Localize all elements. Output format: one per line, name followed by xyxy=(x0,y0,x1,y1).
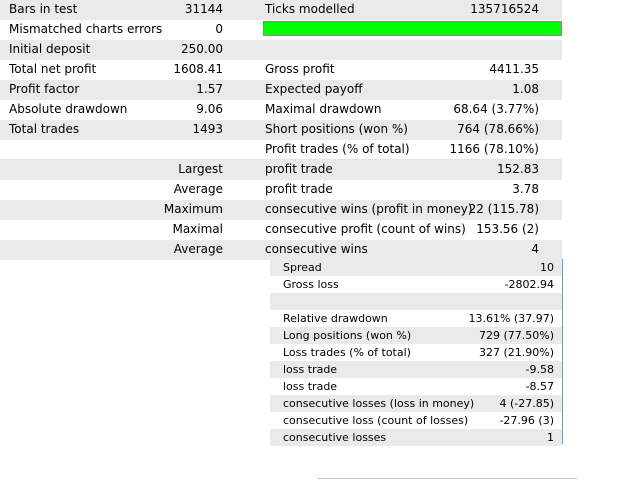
row-label-2: consecutive wins (profit in money) xyxy=(265,202,473,216)
panel-row: consecutive losses 1 xyxy=(270,429,562,446)
row-caption: Average xyxy=(173,242,223,256)
panel-row-label: Gross loss xyxy=(283,278,339,291)
panel-row: consecutive loss (count of losses) -27.9… xyxy=(270,412,562,429)
report-row-drawdown: Absolute drawdown 9.06 Maximal drawdown … xyxy=(0,100,562,120)
panel-scroll-edge xyxy=(562,259,563,444)
row-label-2: Gross profit xyxy=(265,62,335,76)
row-label: Total net profit xyxy=(9,62,97,76)
report-row-maximal: Maximal consecutive profit (count of win… xyxy=(0,220,562,240)
row-value: 1493 xyxy=(192,122,223,136)
row-value-2: 135716524 xyxy=(470,2,539,16)
report-row-deposit: Initial deposit 250.00 xyxy=(0,40,562,60)
row-label-2: Ticks modelled xyxy=(265,2,355,16)
report-row-profit-trades: Profit trades (% of total) 1166 (78.10%) xyxy=(0,140,562,160)
panel-row: loss trade -9.58 xyxy=(270,361,562,378)
row-label: Absolute drawdown xyxy=(9,102,128,116)
row-value-2: 4 xyxy=(531,242,539,256)
row-label-2: Profit trades (% of total) xyxy=(265,142,410,156)
modelling-quality-bar xyxy=(263,21,562,36)
row-label: Mismatched charts errors xyxy=(9,22,163,36)
panel-row-value: -8.57 xyxy=(525,380,554,393)
panel-row-label: loss trade xyxy=(283,363,338,376)
panel-row-label: consecutive loss (count of losses) xyxy=(283,414,469,427)
panel-row: consecutive losses (loss in money) 4 (-2… xyxy=(270,395,562,412)
panel-row-value: 13.61% (37.97) xyxy=(468,312,554,325)
panel-row: loss trade -8.57 xyxy=(270,378,562,395)
row-label-2: profit trade xyxy=(265,162,333,176)
panel-row: Long positions (won %) 729 (77.50%) xyxy=(270,327,562,344)
panel-row-label: consecutive losses xyxy=(283,431,387,444)
row-value-2: 4411.35 xyxy=(489,62,539,76)
panel-row-value: 1 xyxy=(547,431,554,444)
report-row-total-trades: Total trades 1493 Short positions (won %… xyxy=(0,120,562,140)
panel-row: Loss trades (% of total) 327 (21.90%) xyxy=(270,344,562,361)
panel-row-label: Long positions (won %) xyxy=(283,329,412,342)
loss-stats-panel: Spread 10 Gross loss -2802.94 Relative d… xyxy=(270,259,563,446)
panel-row-value: 729 (77.50%) xyxy=(478,329,554,342)
panel-row-value: 327 (21.90%) xyxy=(478,346,554,359)
panel-row-value: 10 xyxy=(540,261,554,274)
bottom-divider xyxy=(318,478,577,479)
row-value: 1.57 xyxy=(196,82,223,96)
panel-row-value: -2802.94 xyxy=(504,278,554,291)
report-row-bars: Bars in test 31144 Ticks modelled 135716… xyxy=(0,0,562,20)
row-value-2: 1166 (78.10%) xyxy=(449,142,539,156)
row-label-2: consecutive wins xyxy=(265,242,368,256)
panel-row xyxy=(270,293,562,310)
report-row-largest: Largest profit trade 152.83 xyxy=(0,160,562,180)
report-row-maximum: Maximum consecutive wins (profit in mone… xyxy=(0,200,562,220)
row-value-2: 22 (115.78) xyxy=(468,202,539,216)
row-value-2: 68.64 (3.77%) xyxy=(453,102,539,116)
report-row-mismatched: Mismatched charts errors 0 xyxy=(0,20,562,40)
row-value: 9.06 xyxy=(196,102,223,116)
row-value: 1608.41 xyxy=(173,62,223,76)
row-value-2: 764 (78.66%) xyxy=(457,122,539,136)
row-value-2: 152.83 xyxy=(497,162,539,176)
panel-row-label: loss trade xyxy=(283,380,338,393)
row-label-2: profit trade xyxy=(265,182,333,196)
row-caption: Average xyxy=(173,182,223,196)
panel-row: Gross loss -2802.94 xyxy=(270,276,562,293)
panel-row-value: 4 (-27.85) xyxy=(499,397,554,410)
row-value-2: 1.08 xyxy=(512,82,539,96)
row-caption: Maximum xyxy=(163,202,223,216)
panel-row-value: -9.58 xyxy=(525,363,554,376)
row-caption: Maximal xyxy=(172,222,223,236)
report-row-net-profit: Total net profit 1608.41 Gross profit 44… xyxy=(0,60,562,80)
panel-row-label: consecutive losses (loss in money) xyxy=(283,397,475,410)
panel-row: Relative drawdown 13.61% (37.97) xyxy=(270,310,562,327)
row-label-2: Short positions (won %) xyxy=(265,122,408,136)
row-value: 250.00 xyxy=(181,42,223,56)
row-value: 0 xyxy=(215,22,223,36)
panel-row-label: Spread xyxy=(283,261,322,274)
report-row-profit-factor: Profit factor 1.57 Expected payoff 1.08 xyxy=(0,80,562,100)
report-table: Bars in test 31144 Ticks modelled 135716… xyxy=(0,0,562,260)
report-row-average: Average profit trade 3.78 xyxy=(0,180,562,200)
row-label: Total trades xyxy=(9,122,80,136)
row-label-2: Maximal drawdown xyxy=(265,102,382,116)
panel-row-value: -27.96 (3) xyxy=(499,414,554,427)
row-label-2: Expected payoff xyxy=(265,82,363,96)
row-value: 31144 xyxy=(184,2,223,16)
row-label: Initial deposit xyxy=(9,42,91,56)
panel-row-label: Relative drawdown xyxy=(283,312,388,325)
row-value-2: 3.78 xyxy=(512,182,539,196)
panel-row: Spread 10 xyxy=(270,259,562,276)
panel-row-label: Loss trades (% of total) xyxy=(283,346,411,359)
row-label: Profit factor xyxy=(9,82,80,96)
row-caption: Largest xyxy=(178,162,223,176)
row-value-2: 153.56 (2) xyxy=(476,222,539,236)
row-label: Bars in test xyxy=(9,2,78,16)
row-label-2: consecutive profit (count of wins) xyxy=(265,222,466,236)
report-row-average-wins: Average consecutive wins 4 xyxy=(0,240,562,260)
